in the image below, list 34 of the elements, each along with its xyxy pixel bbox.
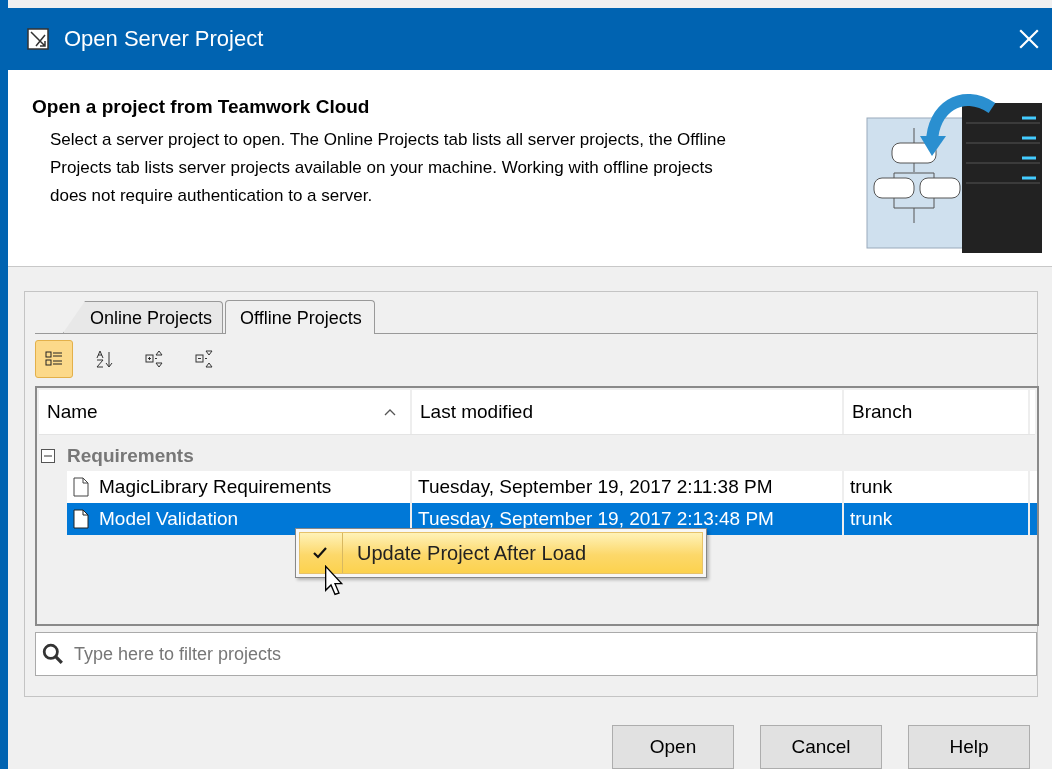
dialog-button[interactable]: Open xyxy=(612,725,734,769)
column-header[interactable]: Last modified xyxy=(412,390,844,434)
column-header[interactable]: Name xyxy=(39,390,412,434)
branch-name: trunk xyxy=(850,476,893,498)
modified-date: Tuesday, September 19, 2017 2:13:48 PM xyxy=(418,508,774,530)
close-icon[interactable] xyxy=(1018,27,1040,50)
tab[interactable]: Online Projects xyxy=(63,301,224,333)
collapse-all-icon xyxy=(194,349,214,369)
menu-item[interactable]: Update Project After Load xyxy=(299,532,703,574)
header-title: Open a project from Teamwork Cloud xyxy=(32,95,371,118)
tree-view-button[interactable] xyxy=(35,340,73,378)
app-icon xyxy=(26,26,50,51)
project-name: MagicLibrary Requirements xyxy=(99,476,332,498)
modified-date: Tuesday, September 19, 2017 2:11:38 PM xyxy=(418,476,773,498)
search-icon xyxy=(42,643,64,665)
branch-name: trunk xyxy=(850,508,893,530)
filter-field[interactable]: Type here to filter projects xyxy=(35,632,1037,676)
project-name: Model Validation xyxy=(99,508,239,530)
column-header[interactable]: Branch xyxy=(844,390,1030,434)
document-icon xyxy=(73,477,89,497)
dialog-button[interactable]: Cancel xyxy=(760,725,882,769)
window-title: Open Server Project xyxy=(64,25,265,52)
tab[interactable]: Offline Projects xyxy=(225,300,375,334)
project-row[interactable]: MagicLibrary Requirements Tuesday, September 19, 2017 2:11:38 PM trunk xyxy=(67,471,1037,503)
document-icon xyxy=(73,509,89,529)
collapse-toggle-icon[interactable] xyxy=(41,449,55,463)
dialog-button[interactable]: Help xyxy=(908,725,1030,769)
filter-input[interactable]: Type here to filter projects xyxy=(72,642,1036,666)
tree-view-icon xyxy=(44,349,64,369)
expand-all-icon xyxy=(144,349,164,369)
header-description: Select a server project to open. The Online Projects tab lists all server projects, the Offline Projects tab lists server projects available on your machine. Working with offline projects does not require authentication to a server. xyxy=(50,128,727,207)
project-row[interactable]: Model Validation Tuesday, September 19, 2017 2:13:48 PM trunk xyxy=(67,503,1037,535)
sort-alphabetical-icon xyxy=(94,349,114,369)
group-name: Requirements xyxy=(67,445,194,467)
